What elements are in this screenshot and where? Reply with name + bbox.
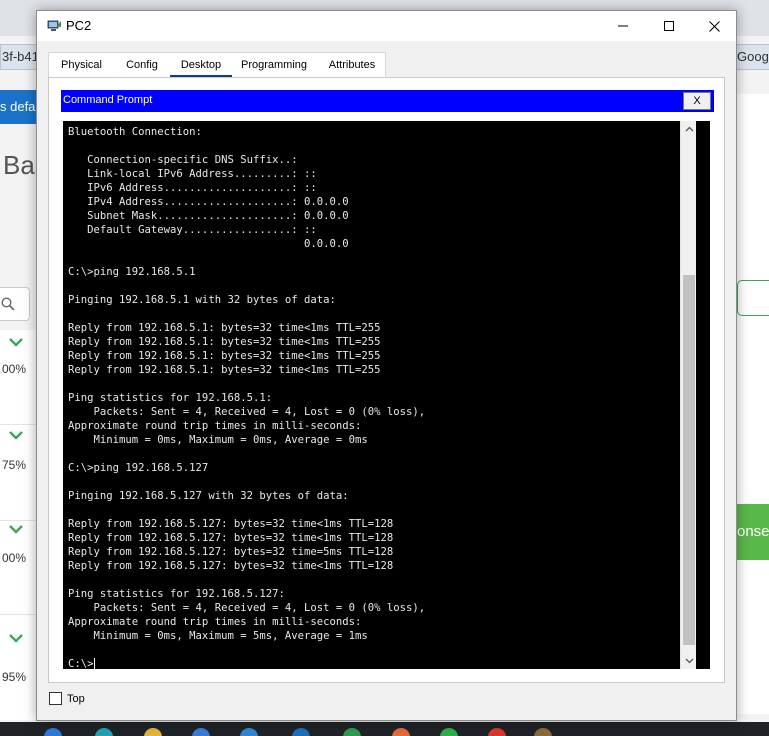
top-checkbox-label[interactable]: Top <box>67 693 85 705</box>
window-title: PC2 <box>66 18 92 33</box>
scroll-down-arrow-icon <box>685 658 693 664</box>
background-percent: 00% <box>2 551 27 565</box>
background-list: 00% 75% 00% 95% <box>0 330 38 720</box>
background-search-box[interactable] <box>0 287 30 321</box>
close-icon <box>708 20 720 32</box>
console-prompt: C:\> <box>68 658 94 669</box>
background-blue-button[interactable]: s defau <box>0 90 38 124</box>
background-list-row: 95% <box>0 626 38 721</box>
background-list-row: 75% <box>0 426 38 521</box>
title-bar[interactable]: PC2 <box>37 11 736 41</box>
tab-attributes[interactable]: Attributes <box>318 53 386 77</box>
desktop-content: Command Prompt X Bluetooth Connection: C… <box>48 77 725 683</box>
pc2-window: PC2 Physical Config Desktop Programming … <box>36 10 737 721</box>
maximize-icon <box>664 21 674 31</box>
chevron-down-icon[interactable] <box>5 333 27 351</box>
background-tab-left[interactable]: 3f-b41 <box>0 44 38 70</box>
text-cursor <box>93 658 95 669</box>
chevron-down-icon[interactable] <box>5 629 27 647</box>
background-list-row: 00% <box>0 520 38 615</box>
console-scrollbar[interactable] <box>680 121 696 669</box>
minimize-button[interactable] <box>600 11 646 41</box>
maximize-button[interactable] <box>646 11 692 41</box>
scrollbar-thumb[interactable] <box>683 275 695 645</box>
command-prompt-close-button[interactable]: X <box>683 92 711 110</box>
command-prompt-header: Command Prompt X <box>61 90 714 112</box>
console-output[interactable]: Bluetooth Connection: Connection-specifi… <box>68 125 425 669</box>
tab-bar: Physical Config Desktop Programming Attr… <box>48 52 386 78</box>
background-green-button[interactable]: onse <box>737 504 769 560</box>
tab-physical[interactable]: Physical <box>51 53 112 77</box>
scroll-up-button[interactable] <box>681 121 697 137</box>
close-button[interactable] <box>691 11 737 41</box>
background-list-row: 00% <box>0 330 38 425</box>
background-tab-right[interactable]: Googl <box>734 44 769 70</box>
packet-tracer-pc-icon <box>47 20 61 31</box>
command-prompt-title: Command Prompt <box>63 94 153 106</box>
background-right-panel <box>736 94 769 714</box>
chevron-down-icon[interactable] <box>5 426 27 444</box>
tab-config[interactable]: Config <box>115 53 169 77</box>
chevron-down-icon[interactable] <box>5 520 27 538</box>
background-percent: 00% <box>2 362 27 376</box>
scroll-down-button[interactable] <box>681 653 697 669</box>
top-checkbox[interactable] <box>49 692 62 705</box>
background-percent: 75% <box>2 458 27 472</box>
tab-desktop[interactable]: Desktop <box>170 53 232 78</box>
console-history: Bluetooth Connection: Connection-specifi… <box>68 126 426 642</box>
scroll-up-arrow-icon <box>685 126 693 132</box>
search-icon <box>1 297 15 311</box>
background-percent: 95% <box>2 670 27 684</box>
minimize-icon <box>618 25 628 27</box>
tab-programming[interactable]: Programming <box>235 53 313 77</box>
command-prompt-console[interactable]: Bluetooth Connection: Connection-specifi… <box>63 121 710 669</box>
taskbar <box>0 722 769 736</box>
background-right-box[interactable] <box>737 280 769 316</box>
